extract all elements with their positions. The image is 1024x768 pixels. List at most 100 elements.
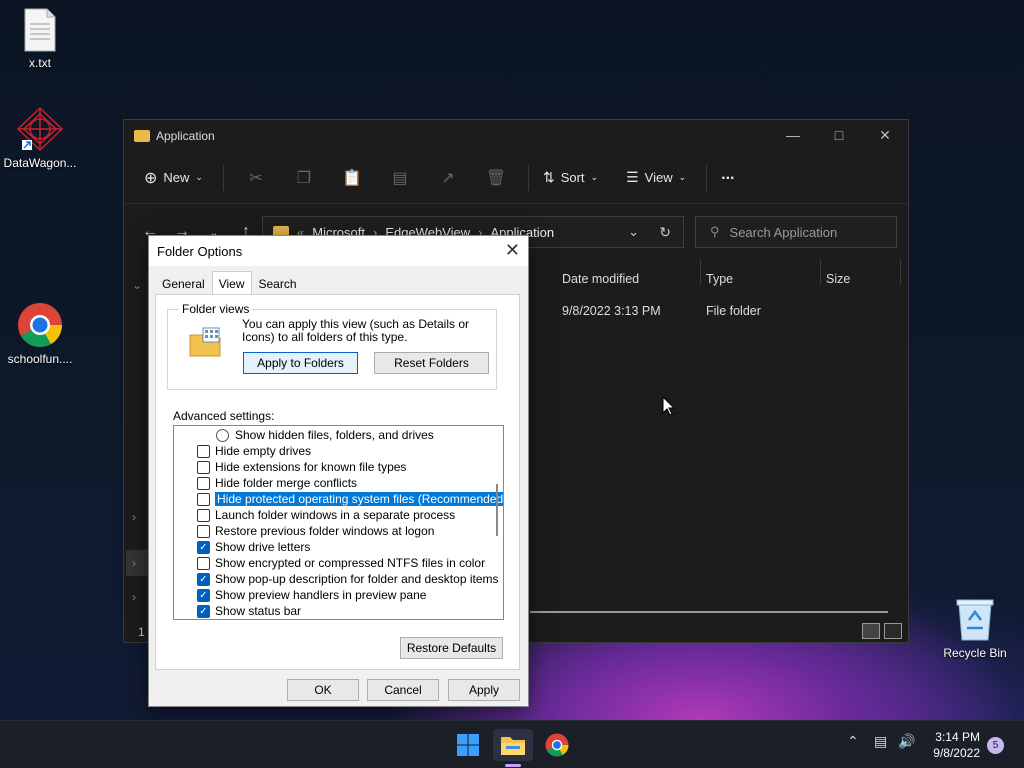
advanced-item-label: Show status bar (215, 604, 302, 618)
checkbox[interactable] (197, 524, 210, 538)
cut-icon[interactable]: ✂ (232, 162, 280, 194)
checkbox[interactable] (197, 556, 210, 570)
nav-pane-expand-icon[interactable]: › (126, 550, 148, 576)
nav-pane-chevron-icon[interactable]: ⌄ (132, 278, 142, 292)
advanced-item-popup-description[interactable]: ✓ Show pop-up description for folder and … (197, 571, 499, 587)
checkbox[interactable] (197, 444, 210, 458)
checkbox[interactable] (197, 460, 210, 474)
checkbox-checked[interactable]: ✓ (197, 540, 210, 554)
column-header-type[interactable]: Type (706, 272, 733, 286)
advanced-settings-list[interactable]: Show hidden files, folders, and drives H… (173, 425, 504, 620)
sort-button[interactable]: ⇅ Sort ⌄ (537, 162, 604, 194)
advanced-item-ntfs-color[interactable]: Show encrypted or compressed NTFS files … (197, 555, 485, 571)
text-file-icon (24, 8, 56, 52)
vertical-scrollbar[interactable] (496, 484, 498, 536)
horizontal-scrollbar[interactable] (530, 611, 888, 613)
dialog-title: Folder Options (157, 243, 243, 259)
restore-defaults-button[interactable]: Restore Defaults (400, 637, 503, 659)
advanced-item-hide-extensions[interactable]: Hide extensions for known file types (197, 459, 406, 475)
cancel-button[interactable]: Cancel (367, 679, 439, 701)
taskbar-chrome[interactable] (537, 729, 577, 761)
large-icons-view-icon[interactable] (884, 623, 902, 639)
mouse-cursor-icon (662, 396, 676, 416)
column-divider[interactable] (900, 260, 901, 284)
checkbox-checked[interactable]: ✓ (197, 572, 210, 586)
network-icon[interactable]: ▤ (874, 733, 887, 750)
ok-button[interactable]: OK (287, 679, 359, 701)
minimize-button[interactable]: — (770, 120, 816, 150)
command-bar: ⊕ New ⌄ ✂ ❐ 📋 ▤ ↗ 🗑 ⇅ Sort ⌄ ☰ View ⌄ ... (124, 152, 908, 204)
close-button[interactable]: ✕ (862, 120, 908, 150)
rename-icon[interactable]: ▤ (376, 162, 424, 194)
volume-icon[interactable]: 🔊 (898, 733, 915, 750)
show-hidden-icons-chevron-icon[interactable]: ⌃ (847, 733, 859, 750)
folder-views-label: Folder views (179, 302, 253, 316)
search-icon: ⚲ (710, 224, 720, 239)
nav-pane-expand-icon[interactable]: › (132, 590, 136, 604)
refresh-icon[interactable]: ↻ (659, 224, 671, 241)
advanced-settings-label: Advanced settings: (173, 409, 275, 423)
desktop-icon-label: Recycle Bin (943, 646, 1007, 660)
details-view-icon[interactable] (862, 623, 880, 639)
checkbox-checked[interactable]: ✓ (197, 588, 210, 602)
start-button[interactable] (448, 729, 488, 761)
taskbar-file-explorer[interactable] (493, 729, 533, 767)
chevron-down-icon: ⌄ (678, 172, 687, 182)
advanced-item-restore-windows[interactable]: Restore previous folder windows at logon (197, 523, 434, 539)
file-explorer-icon (501, 737, 525, 755)
reset-folders-button[interactable]: Reset Folders (374, 352, 489, 374)
notification-badge[interactable]: 5 (987, 737, 1004, 754)
advanced-item-label: Show hidden files, folders, and drives (235, 428, 434, 442)
divider (706, 164, 708, 191)
search-box[interactable]: ⚲ Search Application (695, 216, 897, 248)
advanced-item-hide-protected-files[interactable]: Hide protected operating system files (R… (197, 491, 503, 507)
radio-button[interactable] (216, 428, 229, 442)
nav-pane-expand-icon[interactable]: › (132, 510, 136, 524)
tab-search[interactable]: Search (252, 273, 304, 295)
advanced-item-label: Hide folder merge conflicts (215, 476, 358, 490)
tab-general[interactable]: General (155, 273, 212, 295)
advanced-item-status-bar[interactable]: ✓ Show status bar (197, 603, 301, 619)
clock-date: 9/8/2022 (933, 746, 980, 760)
maximize-button[interactable]: □ (816, 120, 862, 150)
clock[interactable]: 3:14 PM 9/8/2022 (933, 729, 980, 761)
checkbox[interactable] (197, 492, 210, 506)
advanced-item-separate-process[interactable]: Launch folder windows in a separate proc… (197, 507, 455, 523)
checkbox[interactable] (197, 476, 210, 490)
divider (527, 164, 529, 191)
advanced-item-drive-letters[interactable]: ✓ Show drive letters (197, 539, 310, 555)
desktop-icon-datawagon[interactable]: DataWagon... (0, 106, 80, 170)
desktop-icon-recycle-bin[interactable]: Recycle Bin (935, 598, 1015, 660)
row-type[interactable]: File folder (706, 304, 761, 318)
desktop-icon-chrome[interactable]: schoolfun.... (0, 302, 80, 366)
apply-button[interactable]: Apply (448, 679, 520, 701)
new-button[interactable]: ⊕ New ⌄ (138, 162, 209, 194)
view-button[interactable]: ☰ View ⌄ (620, 162, 692, 194)
column-header-date-modified[interactable]: Date modified (562, 272, 639, 286)
row-date-modified[interactable]: 9/8/2022 3:13 PM (562, 304, 661, 318)
folder-options-dialog: Folder Options ✕ General View Search Fol… (148, 235, 529, 707)
status-item-count: 1 (138, 625, 145, 639)
search-placeholder: Search Application (729, 224, 838, 240)
advanced-item-hide-merge-conflicts[interactable]: Hide folder merge conflicts (197, 475, 357, 491)
checkbox-checked[interactable]: ✓ (197, 604, 210, 618)
share-icon[interactable]: ↗ (424, 162, 472, 194)
address-dropdown-icon[interactable]: ⌄ (628, 224, 639, 240)
paste-icon[interactable]: 📋 (328, 162, 376, 194)
advanced-item-show-hidden[interactable]: Show hidden files, folders, and drives (216, 427, 434, 443)
clock-time: 3:14 PM (935, 730, 980, 744)
desktop-icon-x-txt[interactable]: x.txt (0, 8, 80, 70)
delete-icon[interactable]: 🗑 (472, 162, 520, 194)
advanced-item-label: Hide extensions for known file types (215, 460, 407, 474)
column-divider[interactable] (700, 260, 701, 284)
column-divider[interactable] (820, 260, 821, 284)
more-options-button[interactable]: ... (715, 162, 740, 194)
copy-icon[interactable]: ❐ (280, 162, 328, 194)
apply-to-folders-button[interactable]: Apply to Folders (243, 352, 358, 374)
dialog-close-icon[interactable]: ✕ (505, 240, 520, 261)
checkbox[interactable] (197, 508, 210, 522)
column-header-size[interactable]: Size (826, 272, 850, 286)
tab-view[interactable]: View (211, 271, 252, 295)
advanced-item-preview-handlers[interactable]: ✓ Show preview handlers in preview pane (197, 587, 426, 603)
advanced-item-hide-empty-drives[interactable]: Hide empty drives (197, 443, 311, 459)
